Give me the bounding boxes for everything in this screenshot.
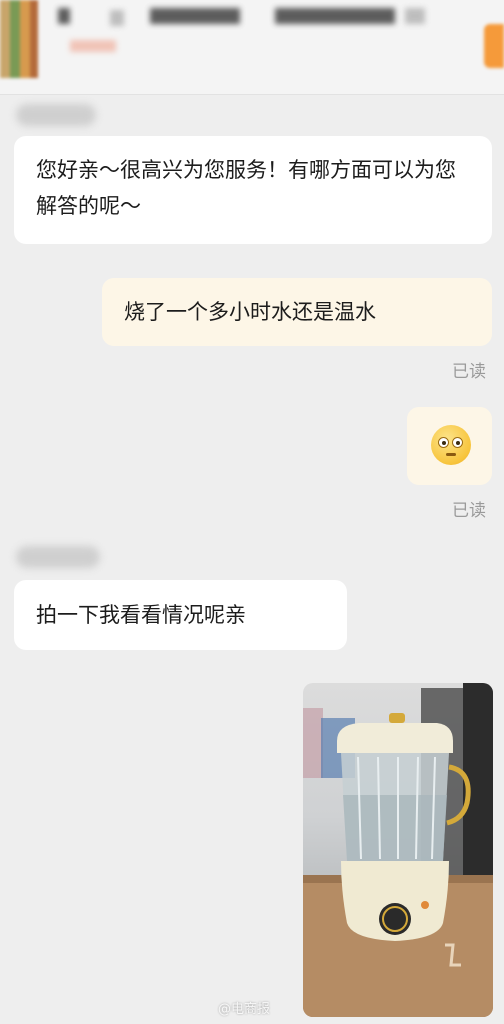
- message-text: 您好亲～很高兴为您服务！有哪方面可以为您解答的呢～: [36, 158, 456, 218]
- sender-name-blurred: [16, 104, 96, 126]
- read-receipt: 已读: [452, 501, 486, 521]
- message-text: 烧了一个多小时水还是温水: [124, 300, 376, 324]
- message-text: 拍一下我看看情况呢亲: [36, 603, 246, 627]
- header-action-button[interactable]: [484, 24, 504, 68]
- flushed-face-emoji-icon: [431, 425, 471, 465]
- outgoing-photo-message[interactable]: [303, 683, 493, 1017]
- watermark-text: @电商报: [218, 1002, 271, 1017]
- read-receipt: 已读: [452, 362, 486, 382]
- contact-avatar[interactable]: [0, 0, 38, 78]
- incoming-message-bubble[interactable]: 您好亲～很高兴为您服务！有哪方面可以为您解答的呢～: [14, 136, 492, 244]
- blurred-title: [150, 8, 240, 24]
- blurred-title: [58, 8, 70, 24]
- incoming-message-bubble[interactable]: 拍一下我看看情况呢亲: [14, 580, 347, 650]
- blurred-title: [405, 8, 425, 24]
- blurred-title: [275, 8, 395, 24]
- kettle-photo-image: [303, 683, 493, 1017]
- outgoing-message-bubble[interactable]: 烧了一个多小时水还是温水: [102, 278, 492, 346]
- sender-name-blurred: [16, 546, 100, 568]
- chat-header: [0, 0, 504, 95]
- blurred-title: [110, 10, 124, 26]
- blurred-subtitle: [70, 40, 116, 52]
